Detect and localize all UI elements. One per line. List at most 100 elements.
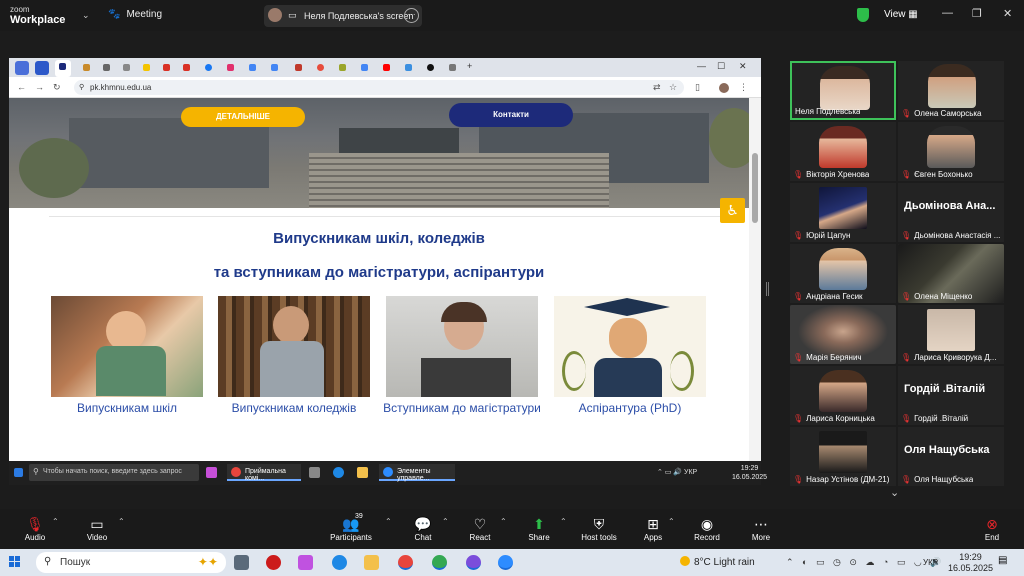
apps-options-caret[interactable]: ⌃ bbox=[668, 517, 675, 526]
app-icon[interactable] bbox=[309, 467, 320, 478]
notification-icon[interactable]: ▤ bbox=[998, 555, 1012, 569]
tab-favicon-icon[interactable] bbox=[139, 61, 153, 75]
system-clock[interactable]: 19:29 16.05.2025 bbox=[948, 552, 993, 574]
reload-icon[interactable]: ↻ bbox=[53, 82, 61, 93]
screen-share-indicator[interactable]: ▭ Неля Подлевська's screen ··· bbox=[264, 5, 422, 27]
gallery-next-chevron-icon[interactable]: ⌄ bbox=[890, 486, 899, 499]
instagram-tab-icon[interactable] bbox=[223, 61, 237, 75]
react-options-caret[interactable]: ⌃ bbox=[500, 517, 507, 526]
tab-favicon-icon[interactable] bbox=[445, 61, 459, 75]
tab-favicon-icon[interactable] bbox=[35, 61, 49, 75]
youtube-tab-icon[interactable] bbox=[379, 61, 393, 75]
contacts-button[interactable]: Контакти bbox=[449, 103, 573, 127]
more-button[interactable]: ⋯ More bbox=[736, 509, 786, 542]
end-meeting-button[interactable]: ⊗ End bbox=[967, 509, 1017, 542]
participant-tile[interactable]: Дьомінова Ана... 🎙 Дьомінова Анастасія ..… bbox=[898, 183, 1004, 242]
facebook-tab-icon[interactable] bbox=[201, 61, 215, 75]
url-input[interactable]: ⚲ pk.khmnu.edu.ua bbox=[74, 80, 684, 95]
share-options-caret[interactable]: ⌃ bbox=[560, 517, 567, 526]
accessibility-icon[interactable]: ♿ bbox=[720, 198, 745, 223]
host-tools-button[interactable]: ⛨ Host tools bbox=[574, 509, 624, 542]
minimize-icon[interactable]: — bbox=[942, 7, 953, 19]
tab-favicon-icon[interactable] bbox=[99, 61, 113, 75]
tab-favicon-icon[interactable] bbox=[313, 61, 327, 75]
restore-icon[interactable]: ❐ bbox=[972, 7, 982, 20]
chat-button[interactable]: 💬 Chat bbox=[398, 509, 448, 542]
participant-tile[interactable]: 🎙 Андріана Гесик bbox=[790, 244, 896, 303]
tab-favicon-icon[interactable] bbox=[15, 61, 29, 75]
card-caption[interactable]: Аспірантура (PhD) bbox=[534, 400, 726, 417]
docs-tab-icon[interactable] bbox=[357, 61, 371, 75]
windows-start-icon[interactable] bbox=[14, 468, 23, 477]
participant-tile[interactable]: 🎙 Олена Міщенко bbox=[898, 244, 1004, 303]
tab-favicon-icon[interactable] bbox=[79, 61, 93, 75]
card-caption[interactable]: Випускникам коледжів bbox=[198, 400, 390, 417]
tab-favicon-icon[interactable] bbox=[119, 61, 133, 75]
browser-restore-icon[interactable]: ☐ bbox=[717, 61, 725, 72]
chrome-icon[interactable] bbox=[398, 555, 413, 570]
zoom-icon[interactable] bbox=[498, 555, 513, 570]
chrome-profile-icon[interactable] bbox=[432, 555, 447, 570]
chat-options-caret[interactable]: ⌃ bbox=[442, 517, 449, 526]
participants-options-caret[interactable]: ⌃ bbox=[385, 517, 392, 526]
task-view-icon[interactable] bbox=[234, 555, 249, 570]
card-phd[interactable]: Аспірантура (PhD) bbox=[554, 296, 706, 415]
participant-tile[interactable]: 🎙 Лариса Корницька bbox=[790, 366, 896, 425]
taskbar-search[interactable]: ⚲ Чтобы начать поиск, введите здесь запр… bbox=[29, 464, 199, 481]
translate-icon[interactable]: ⇄ bbox=[653, 82, 661, 93]
windows-start-icon[interactable] bbox=[9, 556, 21, 568]
inner-clock[interactable]: 19:29 16.05.2025 bbox=[732, 464, 767, 482]
new-tab-icon[interactable]: + bbox=[467, 61, 472, 71]
record-button[interactable]: ◉ Record bbox=[682, 509, 732, 542]
site-info-icon[interactable]: ⚲ bbox=[79, 83, 84, 91]
chevron-down-icon[interactable]: ⌄ bbox=[82, 10, 90, 21]
tab-favicon-icon[interactable] bbox=[335, 61, 349, 75]
input-language[interactable]: УКР bbox=[923, 558, 938, 567]
docs-tab-icon[interactable] bbox=[267, 61, 281, 75]
tab-favicon-icon[interactable] bbox=[423, 61, 437, 75]
participant-tile[interactable]: 🎙 Вікторія Хренова bbox=[790, 122, 896, 181]
inner-system-tray[interactable]: ⌃ ▭ 🔊 УКР bbox=[657, 468, 697, 476]
taskbar-zoom-app[interactable]: Элементы управле... bbox=[379, 464, 455, 482]
view-button[interactable]: View ▦ bbox=[884, 9, 918, 20]
taskbar-search-input[interactable]: ⚲ Пошук ✦✦ bbox=[36, 552, 226, 573]
weather-widget[interactable]: 8°C Light rain bbox=[680, 556, 755, 568]
file-explorer-icon[interactable] bbox=[364, 555, 379, 570]
taskbar-chrome-app[interactable]: Приймальна комі... bbox=[227, 464, 301, 482]
participant-tile[interactable]: 🎙 Олена Саморська bbox=[898, 61, 1004, 120]
card-master-applicants[interactable]: Вступникам до магістратури bbox=[383, 296, 541, 415]
browser-minimize-icon[interactable]: — bbox=[697, 61, 706, 71]
back-icon[interactable]: ← bbox=[17, 82, 26, 92]
system-tray[interactable]: ⌃ ◐ ▭ ◷ ⊙ ☁ ◔ ▭ ◡ 🔊 bbox=[786, 557, 944, 568]
participant-tile[interactable]: 🎙 Лариса Криворука Д... bbox=[898, 305, 1004, 364]
browser-menu-icon[interactable]: ⋮ bbox=[739, 82, 748, 93]
profile-avatar[interactable] bbox=[719, 83, 729, 93]
share-button[interactable]: ⬆ Share bbox=[514, 509, 564, 542]
react-button[interactable]: ♡ React bbox=[455, 509, 505, 542]
participant-tile[interactable]: 🎙 Юрій Цапун bbox=[790, 183, 896, 242]
participants-button[interactable]: 👥 39 Participants bbox=[324, 509, 378, 542]
more-options-icon[interactable]: ··· bbox=[404, 8, 419, 23]
file-explorer-icon[interactable] bbox=[357, 467, 368, 478]
meeting-menu[interactable]: 🐾 Meeting bbox=[108, 9, 162, 20]
participant-tile[interactable]: 🎙 Марія Берянич bbox=[790, 305, 896, 364]
copilot-icon[interactable] bbox=[298, 555, 313, 570]
edge-icon[interactable] bbox=[333, 467, 344, 478]
gmail-tab-icon[interactable] bbox=[159, 61, 173, 75]
browser-close-icon[interactable]: ✕ bbox=[739, 61, 747, 72]
edge-icon[interactable] bbox=[332, 555, 347, 570]
card-school-graduates[interactable]: Випускникам шкіл bbox=[51, 296, 203, 415]
tab-favicon-icon[interactable] bbox=[401, 61, 415, 75]
tab-favicon-icon[interactable] bbox=[291, 61, 305, 75]
audio-options-caret[interactable]: ⌃ bbox=[52, 517, 59, 526]
participant-tile[interactable]: 🎙 Євген Бохонько bbox=[898, 122, 1004, 181]
panel-resize-handle[interactable] bbox=[766, 282, 769, 296]
participant-tile[interactable]: Неля Подлевська bbox=[790, 61, 896, 120]
card-college-graduates[interactable]: Випускникам коледжів bbox=[218, 296, 370, 415]
close-icon[interactable]: ✕ bbox=[1003, 7, 1012, 20]
extensions-icon[interactable]: ▯ bbox=[695, 82, 700, 93]
viber-icon[interactable] bbox=[466, 555, 481, 570]
page-scrollbar[interactable] bbox=[749, 98, 761, 461]
security-shield-icon[interactable] bbox=[857, 8, 869, 22]
video-options-caret[interactable]: ⌃ bbox=[118, 517, 125, 526]
